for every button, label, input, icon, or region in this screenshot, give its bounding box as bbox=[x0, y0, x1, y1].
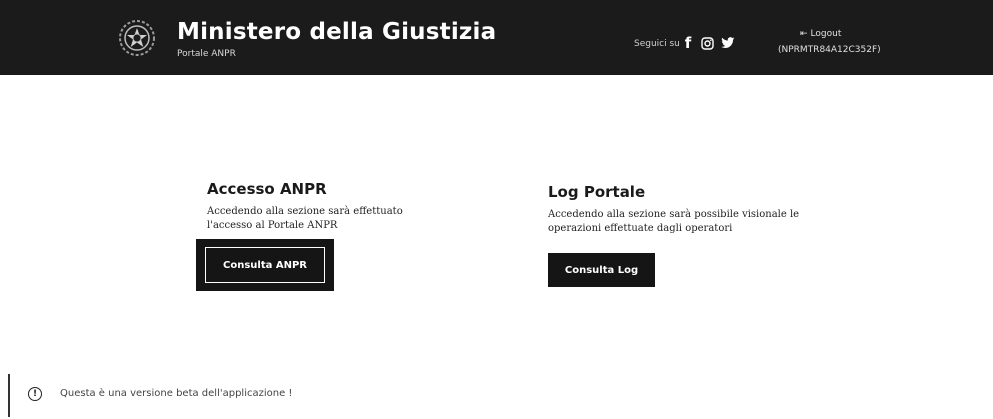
republic-emblem-icon bbox=[119, 20, 155, 56]
top-header: Ministero della Giustizia Portale ANPR S… bbox=[0, 0, 993, 75]
card-title: Accesso ANPR bbox=[207, 180, 327, 198]
facebook-icon[interactable]: f bbox=[680, 34, 696, 52]
card-log-portale: Log Portale Accedendo alla sezione sarà … bbox=[548, 183, 808, 236]
twitter-icon[interactable] bbox=[720, 35, 736, 51]
card-description: Accedendo alla sezione sarà possibile vi… bbox=[548, 209, 800, 234]
card-description: Accedendo alla sezione sarà effettuato l… bbox=[207, 206, 403, 231]
logout-icon: ⇤ bbox=[800, 29, 808, 39]
follow-label: Seguici su bbox=[634, 39, 680, 49]
site-title[interactable]: Ministero della Giustizia bbox=[177, 19, 496, 45]
user-id-label: (NPRMTR84A12C352F) bbox=[778, 45, 881, 55]
consulta-anpr-button[interactable]: Consulta ANPR bbox=[205, 247, 325, 283]
logout-link[interactable]: ⇤ Logout bbox=[800, 29, 841, 39]
notice-accent-bar bbox=[8, 374, 10, 417]
consulta-anpr-focus-ring: Consulta ANPR bbox=[196, 239, 334, 291]
beta-notice: ! Questa è una versione beta dell'applic… bbox=[0, 374, 993, 419]
instagram-icon[interactable] bbox=[699, 35, 715, 51]
card-title: Log Portale bbox=[548, 183, 646, 201]
consulta-log-button[interactable]: Consulta Log bbox=[548, 253, 655, 287]
site-subtitle: Portale ANPR bbox=[177, 49, 236, 59]
card-accesso-anpr: Accesso ANPR Accedendo alla sezione sarà… bbox=[207, 180, 447, 233]
info-icon: ! bbox=[28, 387, 42, 401]
beta-notice-text: Questa è una versione beta dell'applicaz… bbox=[60, 388, 293, 399]
